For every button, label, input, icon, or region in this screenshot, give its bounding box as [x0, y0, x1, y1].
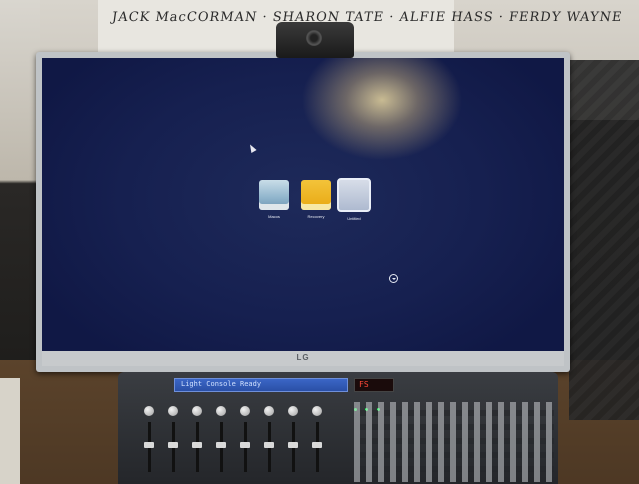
boot-volume-label: Macos: [268, 214, 280, 219]
fader-cap[interactable]: [192, 442, 202, 448]
fader[interactable]: [166, 406, 180, 484]
boot-volume-label: Recovery: [307, 214, 325, 219]
monitor-screen: Macos Recovery Untitled: [42, 58, 564, 351]
fader-cap[interactable]: [312, 442, 322, 448]
arrow-down-circle-icon[interactable]: [389, 274, 398, 283]
boot-volume-3[interactable]: Untitled: [336, 178, 372, 221]
monitor-bezel-bottom: LG: [42, 351, 564, 366]
console-button-grid[interactable]: [354, 402, 554, 482]
mouse-cursor-icon: [247, 143, 257, 153]
console-led-display: FS: [354, 378, 394, 392]
knob-icon[interactable]: [216, 406, 226, 416]
fader[interactable]: [310, 406, 324, 484]
fader[interactable]: [142, 406, 156, 484]
boot-volume-2[interactable]: Recovery: [298, 180, 334, 219]
disk-icon-macos[interactable]: [259, 180, 289, 210]
fader[interactable]: [190, 406, 204, 484]
boot-volume-picker: Macos Recovery Untitled: [256, 178, 398, 283]
knob-icon[interactable]: [288, 406, 298, 416]
photo-scene: JACK MacCORMAN · SHARON TATE · ALFIE HAS…: [0, 0, 639, 484]
left-panel: [0, 0, 40, 360]
fader[interactable]: [262, 406, 276, 484]
fader[interactable]: [214, 406, 228, 484]
disk-icon-selected[interactable]: [337, 178, 371, 212]
fader-cap[interactable]: [240, 442, 250, 448]
acoustic-foam: [569, 60, 639, 420]
knob-icon[interactable]: [264, 406, 274, 416]
boot-volume-label: Untitled: [347, 216, 361, 221]
monitor: Macos Recovery Untitled LG: [36, 52, 570, 372]
fader[interactable]: [238, 406, 252, 484]
knob-icon[interactable]: [312, 406, 322, 416]
fader-bank: [142, 406, 352, 484]
poster-text: JACK MacCORMAN · SHARON TATE · ALFIE HAS…: [110, 10, 624, 25]
console-led-text: FS: [359, 380, 369, 389]
webcam: [276, 22, 354, 58]
fader-cap[interactable]: [144, 442, 154, 448]
knob-icon[interactable]: [168, 406, 178, 416]
desk-left-block: [0, 378, 20, 484]
lighting-console: Light Console Ready FS: [118, 372, 558, 484]
camera-lens-icon: [306, 30, 322, 46]
console-display-text: Light Console Ready: [181, 380, 262, 388]
console-display: Light Console Ready: [174, 378, 348, 392]
fader-cap[interactable]: [216, 442, 226, 448]
monitor-brand: LG: [296, 353, 310, 362]
fader-cap[interactable]: [288, 442, 298, 448]
boot-volume-1[interactable]: Macos: [256, 180, 292, 219]
fader-cap[interactable]: [168, 442, 178, 448]
fader[interactable]: [286, 406, 300, 484]
knob-icon[interactable]: [240, 406, 250, 416]
knob-icon[interactable]: [192, 406, 202, 416]
disk-icon-recovery[interactable]: [301, 180, 331, 210]
fader-cap[interactable]: [264, 442, 274, 448]
knob-icon[interactable]: [144, 406, 154, 416]
